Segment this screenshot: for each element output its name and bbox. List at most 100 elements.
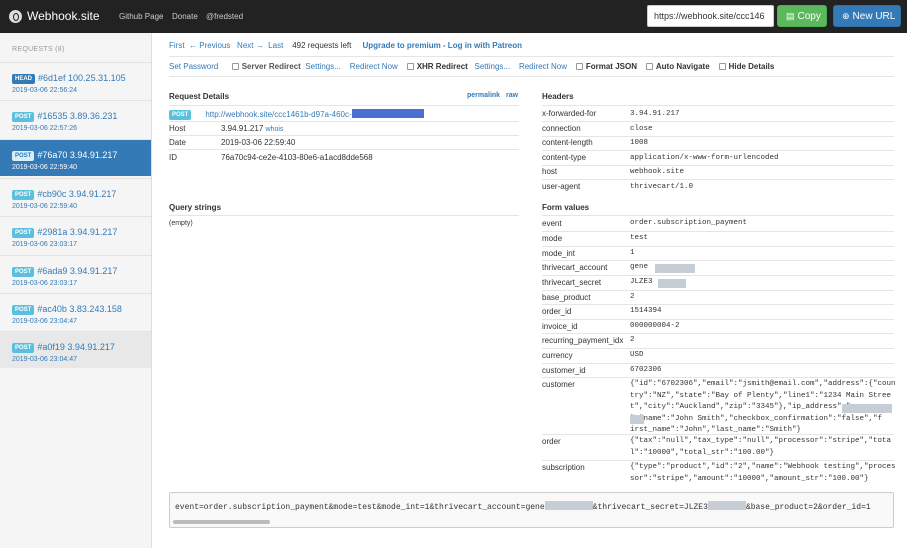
- webhook-logo-icon: [9, 9, 22, 23]
- header-key: content-type: [542, 153, 587, 162]
- divider: [542, 105, 894, 106]
- format-json-checkbox[interactable]: [575, 63, 583, 70]
- method-badge: POST: [12, 112, 35, 122]
- header-key: content-length: [542, 138, 593, 147]
- copy-button[interactable]: ▤ Copy: [777, 5, 827, 27]
- divider: [542, 121, 894, 122]
- raw-link[interactable]: raw: [506, 92, 518, 99]
- divider: [542, 333, 894, 334]
- form-value: {"tax":"null","tax_type":"null","process…: [630, 437, 892, 457]
- divider: [169, 105, 519, 106]
- permalink-link[interactable]: permalink: [467, 92, 500, 99]
- query-strings-title: Query strings: [169, 203, 222, 212]
- form-value: 000000004-2: [630, 322, 680, 330]
- divider: [169, 121, 519, 122]
- horizontal-scrollbar[interactable]: [173, 520, 270, 524]
- header-value: 1008: [630, 139, 649, 147]
- request-item[interactable]: POST #16535 3.89.36.231 2019-03-06 22:57:2…: [0, 100, 151, 137]
- raw-body-box[interactable]: event=order.subscription_payment&mode=te…: [169, 492, 894, 528]
- form-value: 2: [630, 293, 635, 301]
- form-key: order_id: [542, 307, 572, 316]
- divider: [542, 231, 894, 232]
- divider: [169, 215, 519, 216]
- nav-donate[interactable]: Donate: [172, 12, 198, 21]
- webhook-url-input[interactable]: https://webhook.site/ccc146: [647, 5, 774, 27]
- header-value: webhook.site: [630, 168, 685, 176]
- divider: [542, 179, 894, 180]
- previous-link[interactable]: ← Previous: [189, 41, 230, 50]
- header-key: host: [542, 167, 558, 176]
- redacted-block: [544, 501, 593, 510]
- form-key: customer_id: [542, 366, 586, 375]
- divider: [542, 348, 894, 349]
- request-item[interactable]: POST #6ada9 3.94.91.217 2019-03-06 23:03:1…: [0, 255, 151, 292]
- redacted-block: [351, 109, 424, 118]
- request-item[interactable]: POST #a0f19 3.94.91.217 2019-03-06 23:04:4…: [0, 331, 151, 368]
- header-key: x-forwarded-for: [542, 109, 597, 118]
- options-bar: Set Password Server Redirect Settings...…: [169, 62, 775, 71]
- auto-navigate-checkbox[interactable]: [645, 63, 653, 70]
- requests-left-count: 492 requests left: [292, 41, 352, 50]
- nav-author[interactable]: @fredsted: [206, 12, 243, 21]
- form-key: thrivecart_secret: [542, 278, 602, 287]
- header-value: 3.94.91.217: [630, 110, 680, 118]
- method-badge: POST: [169, 110, 192, 120]
- divider: [542, 275, 894, 276]
- xhr-redirect-checkbox[interactable]: [406, 63, 414, 70]
- requests-sidebar: REQUESTS (8) HEAD #6d1ef 100.25.31.105 201…: [0, 33, 152, 548]
- method-badge: POST: [12, 343, 35, 353]
- request-item[interactable]: HEAD #6d1ef 100.25.31.105 2019-03-06 22:56…: [0, 62, 151, 99]
- id-value: 76a70c94-ce2e-4103-80e6-a1acd8dde568: [221, 153, 373, 162]
- request-item-selected[interactable]: POST #76a70 3.94.91.217 2019-03-06 22:59:4…: [0, 139, 151, 176]
- header-key: user-agent: [542, 182, 581, 191]
- server-redirect-checkbox[interactable]: [231, 63, 239, 70]
- form-value: {"type":"product","id":"2","name":"Webho…: [630, 463, 896, 483]
- divider: [542, 136, 894, 137]
- hide-details-checkbox[interactable]: [718, 63, 726, 70]
- method-badge: POST: [12, 267, 35, 277]
- redacted-block: [842, 404, 892, 413]
- plus-circle-icon: ⊕: [842, 11, 850, 21]
- redacted-block: [630, 415, 644, 424]
- form-key: currency: [542, 351, 573, 360]
- new-url-button[interactable]: ⊕ New URL: [833, 5, 901, 27]
- redacted-block: [707, 501, 746, 510]
- id-label: ID: [169, 153, 177, 162]
- xhr-redirect-now-link[interactable]: Redirect Now: [519, 62, 567, 71]
- form-key: mode_int: [542, 249, 575, 258]
- divider: [169, 56, 894, 57]
- form-value: 2: [630, 336, 635, 344]
- form-key: customer: [542, 380, 575, 389]
- headers-title: Headers: [542, 92, 574, 101]
- upgrade-link[interactable]: Upgrade to premium - Log in with Patreon: [362, 41, 522, 50]
- divider: [542, 434, 894, 435]
- method-badge: POST: [12, 151, 35, 161]
- request-item[interactable]: POST #cb90c 3.94.91.217 2019-03-06 22:59:4…: [0, 178, 151, 215]
- server-redirect-settings-link[interactable]: Settings...: [305, 62, 341, 71]
- form-key: thrivecart_account: [542, 263, 608, 272]
- xhr-settings-link[interactable]: Settings...: [474, 62, 510, 71]
- last-link[interactable]: Last: [268, 41, 283, 50]
- host-value: 3.94.91.217 whois: [221, 124, 284, 133]
- form-key: invoice_id: [542, 322, 578, 331]
- set-password-link[interactable]: Set Password: [169, 62, 218, 71]
- form-value: USD: [630, 351, 644, 359]
- server-redirect-now-link[interactable]: Redirect Now: [350, 62, 398, 71]
- top-navbar: Webhook.site Github Page Donate @fredste…: [0, 0, 907, 33]
- whois-link[interactable]: whois: [266, 126, 284, 133]
- redacted-block: [658, 279, 686, 288]
- next-link[interactable]: Next →: [237, 41, 264, 50]
- form-value: 1514394: [630, 307, 662, 315]
- divider: [169, 135, 519, 136]
- method-badge: POST: [12, 190, 35, 200]
- request-url-link[interactable]: http://webhook.site/ccc1461b-d97a-460c-: [205, 110, 351, 119]
- divider: [542, 290, 894, 291]
- nav-github-page[interactable]: Github Page: [119, 12, 163, 21]
- request-item[interactable]: POST #ac40b 3.83.243.158 2019-03-06 23:04:…: [0, 293, 151, 330]
- form-value: gene: [630, 263, 649, 271]
- first-link[interactable]: First: [169, 41, 185, 50]
- form-value: JLZE3: [630, 278, 653, 286]
- app-logo[interactable]: Webhook.site: [9, 9, 100, 23]
- request-item[interactable]: POST #2981a 3.94.91.217 2019-03-06 23:03:1…: [0, 216, 151, 253]
- form-value: 6702306: [630, 366, 662, 374]
